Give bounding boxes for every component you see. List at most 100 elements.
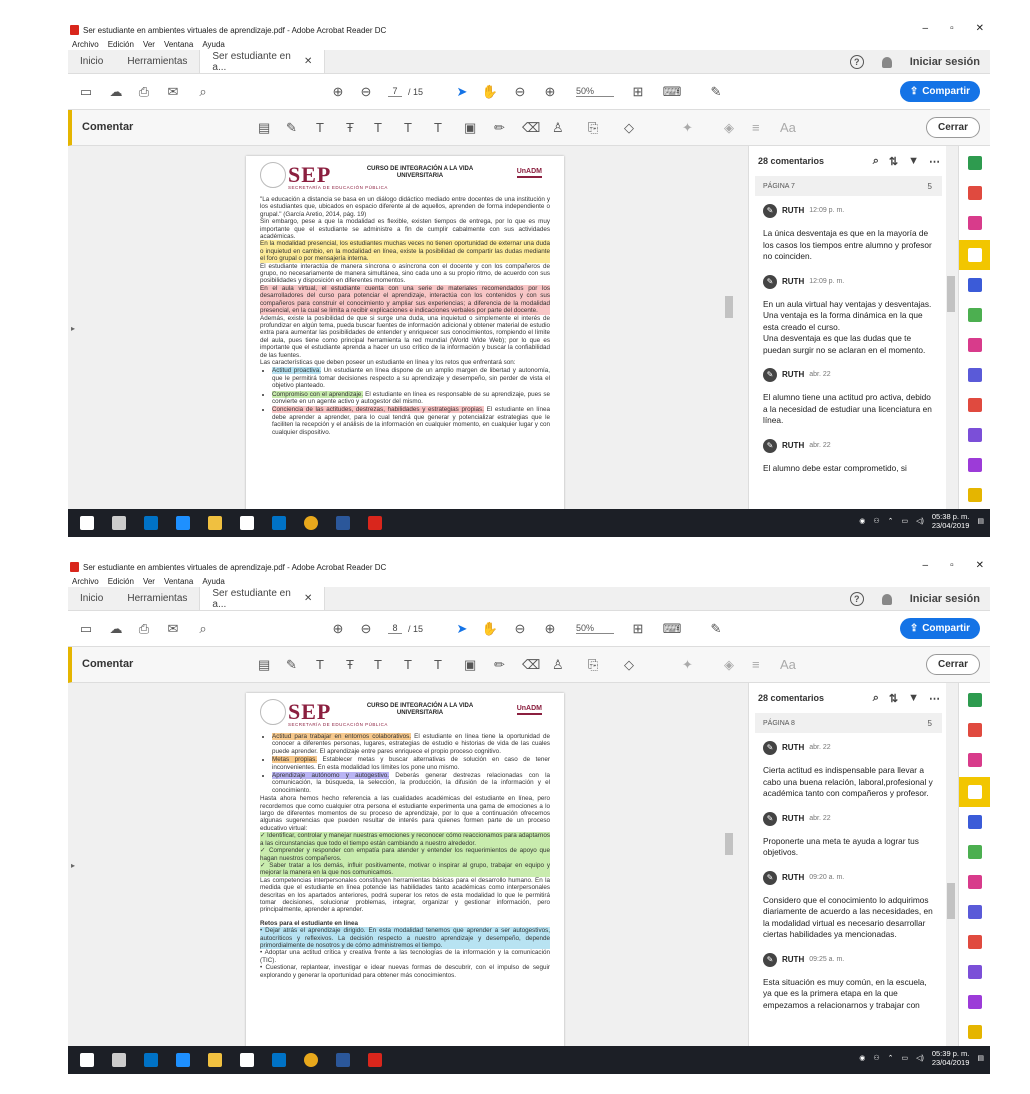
select-cursor-icon[interactable]: ➤ bbox=[454, 621, 470, 637]
fit-page-icon[interactable]: ⊞ bbox=[630, 84, 646, 100]
sort-icon[interactable]: ⇅ bbox=[889, 692, 898, 705]
page-down-icon[interactable]: ⊖ bbox=[358, 84, 374, 100]
add-text-icon[interactable]: T bbox=[434, 120, 442, 135]
doc-scrollbar[interactable] bbox=[724, 146, 734, 510]
export-pdf-icon[interactable] bbox=[968, 693, 982, 707]
left-expand-icon[interactable]: ▸ bbox=[68, 683, 78, 1047]
combine-icon[interactable] bbox=[968, 815, 982, 829]
edge-icon[interactable] bbox=[176, 516, 190, 530]
outlook-icon[interactable] bbox=[144, 516, 158, 530]
start-icon[interactable] bbox=[80, 516, 94, 530]
pdf-tool-icon[interactable] bbox=[968, 398, 982, 412]
print-icon[interactable]: ⎙ bbox=[136, 621, 152, 637]
dropbox-icon[interactable] bbox=[240, 516, 254, 530]
outlook-icon-2[interactable] bbox=[272, 516, 286, 530]
export-pdf-icon[interactable] bbox=[968, 156, 982, 170]
strikethrough-icon[interactable]: Ŧ bbox=[346, 120, 354, 135]
more-icon[interactable]: ⋯ bbox=[929, 155, 940, 168]
tray-expand-icon[interactable]: ⌃ bbox=[888, 1054, 894, 1062]
help-tray-icon[interactable]: ◉ bbox=[859, 517, 865, 525]
create-pdf-icon[interactable] bbox=[968, 186, 982, 200]
search-icon[interactable]: ⌕ bbox=[195, 621, 211, 637]
pin-icon[interactable]: ✦ bbox=[682, 657, 693, 673]
organize-icon[interactable] bbox=[968, 308, 982, 322]
notifications-icon[interactable]: ▤ bbox=[977, 517, 984, 525]
tab-home[interactable]: Inicio bbox=[68, 587, 115, 610]
upload-icon[interactable]: ☁ bbox=[108, 621, 124, 637]
tab-tools[interactable]: Herramientas bbox=[115, 587, 199, 610]
doc-scrollbar[interactable] bbox=[724, 683, 734, 1047]
comment-card[interactable]: ✎ RUTH abr. 22 Proponerte una meta te ayuda… bbox=[749, 804, 948, 863]
shapes-icon[interactable]: ◇ bbox=[624, 657, 634, 673]
start-icon[interactable] bbox=[80, 1053, 94, 1067]
page-down-icon[interactable]: ⊖ bbox=[358, 621, 374, 637]
sticky-note-icon[interactable]: ▤ bbox=[258, 657, 270, 673]
bell-icon[interactable] bbox=[881, 56, 892, 68]
help-icon[interactable]: ? bbox=[849, 55, 864, 69]
task-view-icon[interactable] bbox=[112, 516, 126, 530]
sign-icon[interactable]: ✎ bbox=[708, 621, 724, 637]
more-tools-icon[interactable] bbox=[968, 1025, 982, 1039]
login-link[interactable]: Iniciar sesión bbox=[910, 56, 980, 68]
fill-icon[interactable]: ◈ bbox=[724, 657, 734, 673]
edit-pdf-icon[interactable] bbox=[968, 753, 982, 767]
task-view-icon[interactable] bbox=[112, 1053, 126, 1067]
close-icon[interactable]: ✕ bbox=[976, 23, 984, 34]
menu-edicion[interactable]: Edición bbox=[108, 40, 134, 49]
replace-text-icon[interactable]: T bbox=[374, 120, 382, 135]
mail-icon[interactable]: ✉ bbox=[165, 84, 181, 100]
organize-icon[interactable] bbox=[968, 845, 982, 859]
clock[interactable]: 05:39 p. m. 23/04/2019 bbox=[932, 1049, 970, 1067]
people-icon[interactable]: ⚇ bbox=[873, 517, 879, 525]
tab-close-icon[interactable]: ✕ bbox=[304, 56, 312, 67]
volume-icon[interactable]: ◁) bbox=[916, 517, 924, 525]
people-icon[interactable]: ⚇ bbox=[873, 1054, 879, 1062]
replace-text-icon[interactable]: T bbox=[374, 657, 382, 672]
panel-scroll-thumb[interactable] bbox=[947, 883, 955, 919]
highlight-icon[interactable]: ✎ bbox=[286, 657, 297, 673]
tab-home[interactable]: Inicio bbox=[68, 50, 115, 73]
eraser-icon[interactable]: ⌫ bbox=[522, 120, 540, 136]
chrome-icon[interactable] bbox=[304, 1053, 318, 1067]
menu-archivo[interactable]: Archivo bbox=[72, 577, 99, 586]
share-button[interactable]: ⇪ Compartir bbox=[899, 618, 980, 639]
maximize-icon[interactable]: ▫ bbox=[950, 23, 954, 34]
left-expand-icon[interactable]: ▸ bbox=[68, 146, 78, 510]
panel-scrollbar[interactable] bbox=[946, 683, 956, 1047]
strikethrough-icon[interactable]: Ŧ bbox=[346, 657, 354, 672]
menu-ver[interactable]: Ver bbox=[143, 40, 155, 49]
sort-icon[interactable]: ⇅ bbox=[889, 155, 898, 168]
explorer-icon[interactable] bbox=[208, 1053, 222, 1067]
fill-icon[interactable]: ◈ bbox=[724, 120, 734, 136]
comment-card[interactable]: ✎ RUTH abr. 22 Cierta actitud es indispensa… bbox=[749, 733, 948, 804]
page-up-icon[interactable]: ⊕ bbox=[330, 621, 346, 637]
comment-card[interactable]: ✎ RUTH 12:09 p. m. La única desventaja es q… bbox=[749, 196, 948, 267]
search-comments-icon[interactable]: ⌕ bbox=[873, 155, 879, 168]
insert-text-icon[interactable]: T bbox=[404, 120, 412, 135]
hand-icon[interactable]: ✋ bbox=[482, 621, 498, 637]
upload-icon[interactable]: ☁ bbox=[108, 84, 124, 100]
help-icon[interactable]: ? bbox=[849, 592, 864, 606]
comment-card[interactable]: ✎ RUTH abr. 22 El alumno debe estar comprom… bbox=[749, 431, 948, 479]
edit-pdf-icon[interactable] bbox=[968, 216, 982, 230]
menu-ayuda[interactable]: Ayuda bbox=[202, 577, 225, 586]
menu-edicion[interactable]: Edición bbox=[108, 577, 134, 586]
hand-icon[interactable]: ✋ bbox=[482, 84, 498, 100]
chrome-icon[interactable] bbox=[304, 516, 318, 530]
pdf-tool-icon[interactable] bbox=[968, 935, 982, 949]
insert-text-icon[interactable]: T bbox=[404, 657, 412, 672]
select-cursor-icon[interactable]: ➤ bbox=[454, 84, 470, 100]
acrobat-task-icon[interactable] bbox=[368, 1053, 382, 1067]
fit-page-icon[interactable]: ⊞ bbox=[630, 621, 646, 637]
page-up-icon[interactable]: ⊕ bbox=[330, 84, 346, 100]
panel-scroll-thumb[interactable] bbox=[947, 276, 955, 312]
filter-icon[interactable]: ▼ bbox=[908, 692, 919, 705]
menu-ayuda[interactable]: Ayuda bbox=[202, 40, 225, 49]
attach-icon[interactable]: ⎘ bbox=[588, 120, 598, 136]
outlook-icon[interactable] bbox=[144, 1053, 158, 1067]
zoom-select[interactable]: 50% bbox=[576, 623, 614, 634]
lines-icon[interactable]: ≡ bbox=[752, 657, 760, 672]
menu-ver[interactable]: Ver bbox=[143, 577, 155, 586]
pdf-page[interactable]: SEP SECRETARÍA DE EDUCACIÓN PÚBLICA CURS… bbox=[246, 693, 564, 1057]
clock[interactable]: 05:38 p. m. 23/04/2019 bbox=[932, 512, 970, 530]
